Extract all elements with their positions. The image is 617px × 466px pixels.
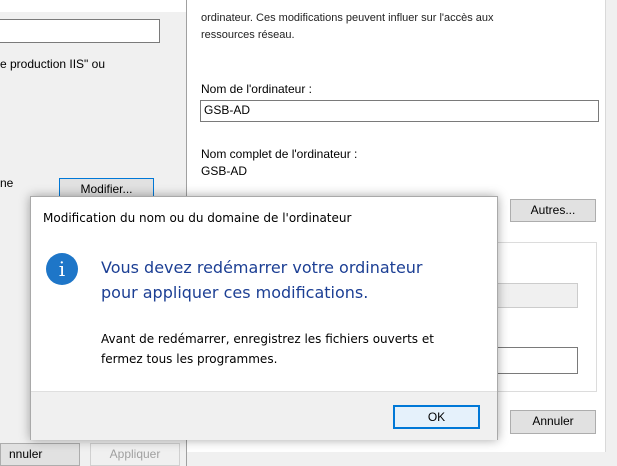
background-label-ne: ne — [0, 176, 14, 190]
ok-button[interactable]: OK — [393, 405, 480, 429]
background-iis-text: e production IIS" ou — [0, 57, 105, 71]
dialog-main-instruction: Vous devez redémarrer votre ordinateur p… — [101, 255, 491, 305]
domain-input-disabled — [497, 283, 578, 308]
workgroup-input[interactable] — [497, 347, 578, 374]
warning-text-line1: ordinateur. Ces modifications peuvent in… — [201, 12, 494, 24]
info-icon: i — [46, 253, 78, 285]
background-right-cancel-button[interactable]: Annuler — [510, 410, 596, 434]
background-cancel-button[interactable]: nnuler — [0, 443, 80, 466]
computer-name-input[interactable]: GSB-AD — [200, 100, 599, 122]
warning-text-line2: ressources réseau. — [201, 29, 295, 41]
dialog-content-line1: Avant de redémarrer, enregistrez les fic… — [101, 332, 434, 346]
background-right-edge — [606, 0, 617, 452]
others-button[interactable]: Autres... — [510, 199, 596, 222]
dialog-main-line2: pour appliquer ces modifications. — [101, 283, 369, 302]
restart-required-dialog: Modification du nom ou du domaine de l'o… — [30, 196, 498, 440]
dialog-content: Avant de redémarrer, enregistrez les fic… — [101, 329, 491, 369]
full-name-label: Nom complet de l'ordinateur : — [201, 147, 358, 161]
dialog-main-line1: Vous devez redémarrer votre ordinateur — [101, 258, 423, 277]
background-apply-button: Appliquer — [90, 443, 180, 466]
dialog-content-line2: fermez tous les programmes. — [101, 352, 278, 366]
full-name-value: GSB-AD — [201, 164, 248, 178]
background-left-text-field[interactable] — [0, 19, 160, 43]
background-left-top — [0, 0, 186, 12]
dialog-title: Modification du nom ou du domaine de l'o… — [43, 211, 352, 225]
computer-name-label: Nom de l'ordinateur : — [201, 82, 313, 96]
